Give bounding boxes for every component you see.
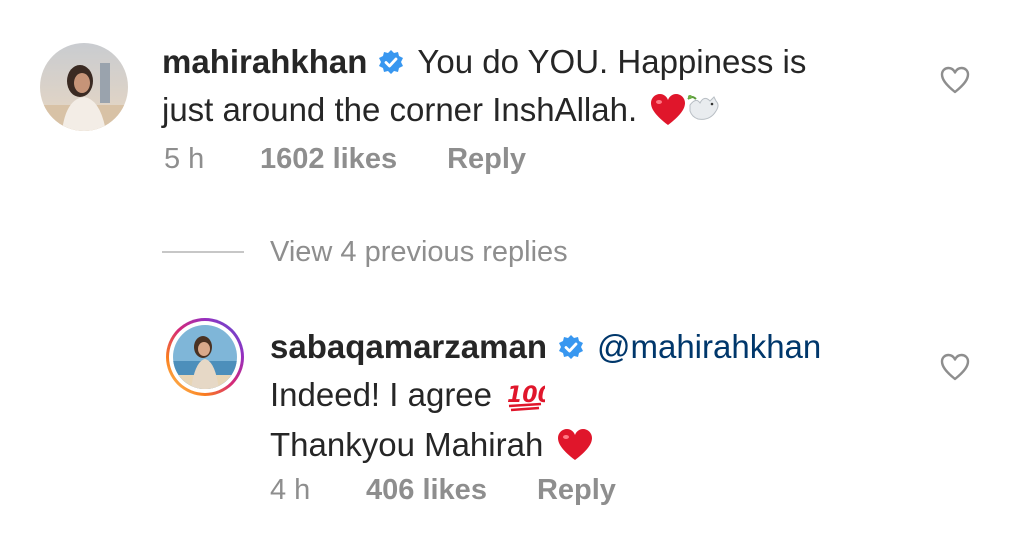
reply-text-line2: Thankyou Mahirah <box>270 426 544 463</box>
avatar[interactable] <box>166 318 244 396</box>
verified-badge-icon <box>557 329 585 373</box>
view-previous-replies[interactable]: View 4 previous replies <box>162 232 568 272</box>
like-heart-icon[interactable] <box>940 353 970 386</box>
reply-button[interactable]: Reply <box>537 474 616 507</box>
dove-of-peace-icon <box>686 91 724 138</box>
comment-username[interactable]: mahirahkhan <box>162 43 367 80</box>
red-heart-icon <box>650 93 686 138</box>
reply-likes[interactable]: 406 likes <box>366 474 487 507</box>
comment-likes[interactable]: 1602 likes <box>260 143 397 176</box>
red-heart-icon <box>557 428 593 473</box>
reply-button[interactable]: Reply <box>447 143 526 176</box>
comment-text-line2: just around the corner InshAllah. <box>162 91 638 128</box>
reply-text-line1: Indeed! I agree <box>270 376 493 413</box>
mention-link[interactable]: @mahirahkhan <box>597 328 821 365</box>
reply-username[interactable]: sabaqamarzaman <box>270 328 547 365</box>
avatar[interactable] <box>40 43 128 131</box>
view-previous-replies-label: View 4 previous replies <box>270 235 568 268</box>
divider <box>162 251 244 253</box>
reply-time: 4 h <box>270 474 311 506</box>
comment-time: 5 h <box>164 143 205 175</box>
hundred-points-icon: 100 <box>505 378 553 423</box>
comment-text-line1: You do YOU. Happiness is <box>417 43 807 80</box>
like-heart-icon[interactable] <box>940 66 970 99</box>
verified-badge-icon <box>377 44 405 88</box>
